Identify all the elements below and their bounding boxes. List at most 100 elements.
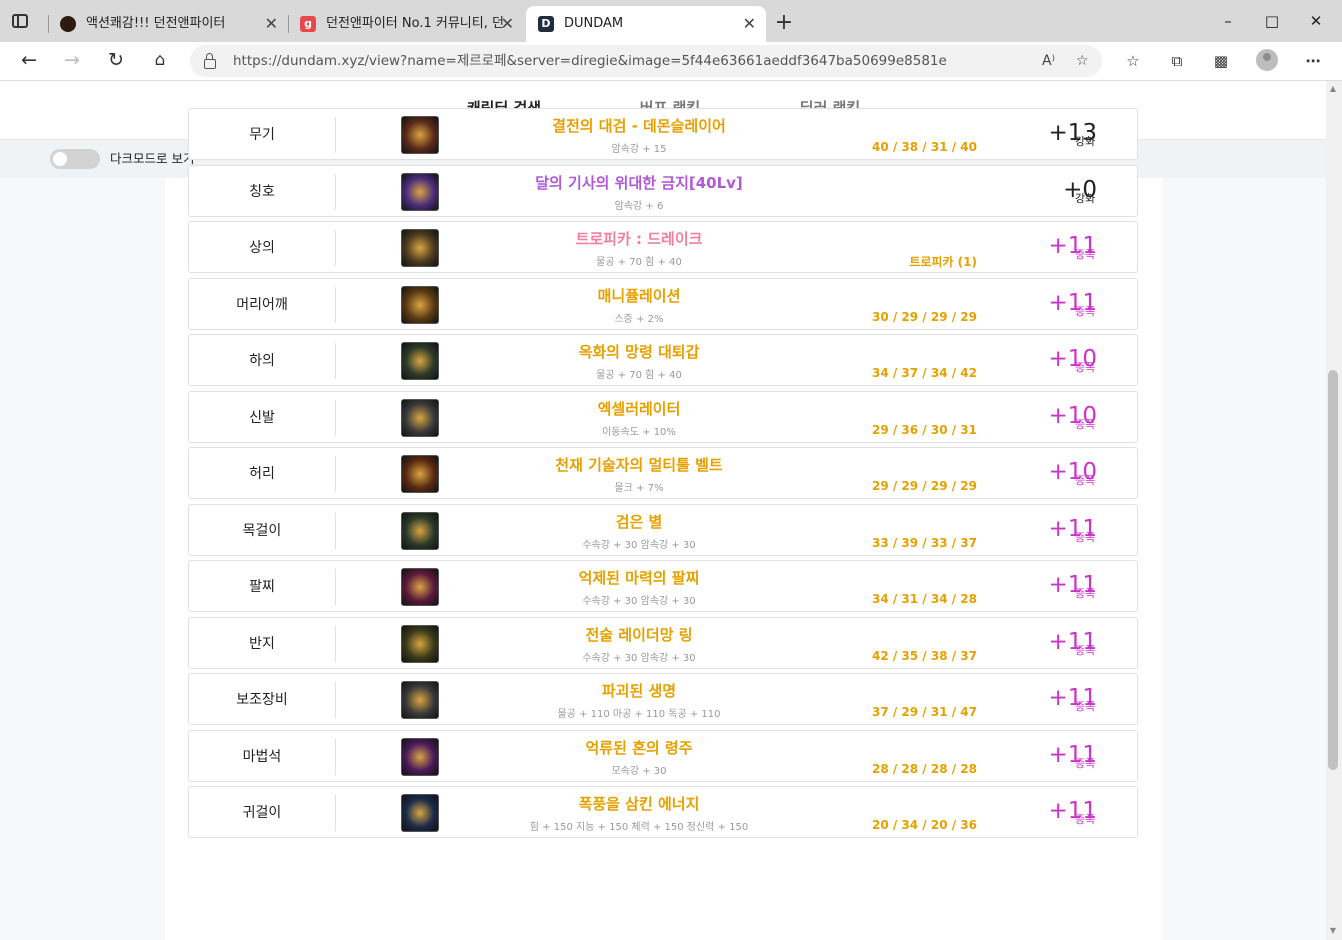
- item-name[interactable]: 천재 기술자의 멀티툴 벨트: [439, 454, 839, 475]
- collections-icon[interactable]: ⧉: [1166, 50, 1188, 72]
- item-reinforce-type: 강화: [1075, 135, 1096, 148]
- item-reinforce-type: 증폭: [1075, 304, 1096, 318]
- item-reinforce-type: 증폭: [1075, 474, 1096, 487]
- item-stats: 42 / 35 / 38 / 37: [871, 648, 977, 663]
- browser-tab-dnf[interactable]: 액션쾌감!!! 던전앤파이터 ✕: [48, 6, 288, 42]
- item-stats: 29 / 29 / 29 / 29: [871, 479, 977, 493]
- equipment-row[interactable]: 허리 천재 기술자의 멀티툴 벨트 물크 + 7% 29 / 29 / 29 / 29…: [188, 447, 1138, 499]
- close-tab-icon[interactable]: ✕: [501, 6, 514, 42]
- back-button[interactable]: ←: [15, 46, 43, 74]
- equipment-row[interactable]: 무기 결전의 대검 - 데몬슬레이어 암속강 + 15 40 / 38 / 31 / …: [188, 108, 1138, 160]
- slot-label: 머리어깨: [189, 286, 336, 323]
- item-stats: 29 / 36 / 30 / 31: [871, 422, 977, 437]
- item-icon[interactable]: [401, 285, 439, 324]
- slot-label: 마법석: [189, 738, 336, 775]
- close-tab-icon[interactable]: ✕: [265, 6, 278, 42]
- browser-essentials-icon[interactable]: ▩: [1210, 50, 1232, 72]
- maximize-button[interactable]: □: [1252, 8, 1292, 34]
- browser-tab-bar: 액션쾌감!!! 던전앤파이터 ✕ g 던전앤파이터 No.1 커뮤니티, 던 ✕…: [0, 0, 1342, 42]
- scroll-up-arrow[interactable]: ▲: [1328, 84, 1338, 94]
- item-name[interactable]: 옥화의 망령 대퇴갑: [439, 341, 839, 362]
- url-field[interactable]: https://dundam.xyz/view?name=제르로페&server…: [190, 45, 1102, 77]
- item-name[interactable]: 억류된 혼의 령주: [439, 737, 839, 758]
- item-name[interactable]: 달의 기사의 위대한 금지[40Lv]: [439, 172, 839, 193]
- settings-menu-icon[interactable]: ⋯: [1302, 50, 1324, 72]
- home-button[interactable]: ⌂: [146, 46, 174, 74]
- equipment-row[interactable]: 마법석 억류된 혼의 령주 모속강 + 30 28 / 28 / 28 / 28 +11…: [188, 729, 1138, 782]
- item-stats: 33 / 39 / 33 / 37: [871, 535, 977, 550]
- dark-mode-toggle[interactable]: [50, 149, 100, 169]
- equipment-row[interactable]: 상의 트로피카 : 드레이크 물공 + 70 힘 + 40 트로피카 (1) +11 증폭: [188, 221, 1138, 273]
- item-name[interactable]: 전술 레이더망 링: [439, 624, 839, 645]
- new-tab-button[interactable]: +: [772, 8, 796, 38]
- item-name[interactable]: 엑셀러레이터: [439, 398, 839, 419]
- item-stats: 37 / 29 / 31 / 47: [871, 705, 977, 719]
- dnf-favicon-icon: [60, 16, 76, 32]
- item-option: 암속강 + 15: [611, 144, 667, 155]
- item-icon[interactable]: [401, 737, 439, 776]
- tab-title: 던전앤파이터 No.1 커뮤니티, 던: [326, 16, 504, 31]
- browser-tab-dundam[interactable]: D DUNDAM ✕: [526, 6, 766, 42]
- item-icon[interactable]: [401, 398, 439, 437]
- g-favicon-icon: g: [300, 16, 316, 32]
- item-option: 힘 + 150 지능 + 150 체력 + 150 정신력 + 150: [529, 822, 749, 833]
- equipment-row[interactable]: 보조장비 파괴된 생명 물공 + 110 마공 + 110 독공 + 110 37 /…: [188, 673, 1138, 725]
- address-bar: ← → ↻ ⌂ https://dundam.xyz/view?name=제르로…: [0, 42, 1342, 81]
- item-stats: 34 / 37 / 34 / 42: [871, 366, 977, 380]
- item-option: 수속강 + 30 암속강 + 30: [582, 539, 696, 551]
- slot-label: 무기: [189, 117, 336, 153]
- minimize-button[interactable]: –: [1208, 8, 1248, 34]
- equipment-row[interactable]: 하의 옥화의 망령 대퇴갑 물공 + 70 힘 + 40 34 / 37 / 34 /…: [188, 334, 1138, 386]
- item-reinforce-type: 증폭: [1075, 700, 1096, 713]
- item-stats: 20 / 34 / 20 / 36: [871, 818, 977, 832]
- equipment-row[interactable]: 칭호 달의 기사의 위대한 금지[40Lv] 암속강 + 6 +0 강화: [188, 164, 1138, 217]
- item-reinforce-type: 증폭: [1075, 643, 1096, 657]
- forward-button[interactable]: →: [58, 46, 86, 74]
- equipment-row[interactable]: 신발 엑셀러레이터 이동속도 + 10% 29 / 36 / 30 / 31 +10 증폭: [188, 390, 1138, 443]
- item-icon[interactable]: [401, 624, 439, 663]
- item-name[interactable]: 트로피카 : 드레이크: [439, 228, 839, 249]
- read-aloud-icon[interactable]: A⁾: [1042, 45, 1055, 77]
- scroll-down-arrow[interactable]: ▼: [1328, 926, 1338, 936]
- item-icon[interactable]: [401, 342, 439, 380]
- scrollbar-thumb[interactable]: [1328, 370, 1338, 770]
- tab-actions-icon[interactable]: [12, 14, 28, 28]
- item-name[interactable]: 매니퓰레이션: [439, 285, 839, 306]
- refresh-button[interactable]: ↻: [102, 46, 130, 74]
- item-name[interactable]: 검은 별: [439, 511, 839, 532]
- item-option: 물공 + 70 힘 + 40: [596, 257, 682, 268]
- equipment-row[interactable]: 반지 전술 레이더망 링 수속강 + 30 암속강 + 30 42 / 35 / 38…: [188, 616, 1138, 669]
- equipment-row[interactable]: 귀걸이 폭풍을 삼킨 에너지힘 + 150 지능 + 150 체력 + 150 정…: [188, 786, 1138, 838]
- item-icon[interactable]: [401, 229, 439, 267]
- close-tab-icon[interactable]: ✕: [743, 6, 756, 42]
- item-name[interactable]: 결전의 대검 - 데몬슬레이어: [439, 115, 839, 136]
- item-option: 물공 + 110 마공 + 110 독공 + 110: [557, 709, 721, 720]
- item-reinforce-type: 증폭: [1075, 361, 1096, 374]
- profile-avatar[interactable]: [1256, 49, 1278, 71]
- item-reinforce-type: 증폭: [1075, 530, 1096, 544]
- equipment-row[interactable]: 목걸이 검은 별 수속강 + 30 암속강 + 30 33 / 39 / 33 / 3…: [188, 503, 1138, 556]
- item-icon[interactable]: [401, 568, 439, 606]
- item-icon[interactable]: [401, 511, 439, 550]
- equipment-row[interactable]: 머리어깨 매니퓰레이션 스증 + 2% 30 / 29 / 29 / 29 +11 증폭: [188, 277, 1138, 330]
- favorites-icon[interactable]: ☆: [1122, 50, 1144, 72]
- item-icon[interactable]: [401, 794, 439, 832]
- tab-title: 액션쾌감!!! 던전앤파이터: [86, 16, 226, 31]
- item-icon[interactable]: [401, 681, 439, 719]
- slot-label: 귀걸이: [189, 795, 336, 831]
- item-name[interactable]: 억제된 마력의 팔찌: [439, 567, 839, 588]
- browser-tab-community[interactable]: g 던전앤파이터 No.1 커뮤니티, 던 ✕: [288, 6, 524, 42]
- slot-label: 칭호: [189, 173, 336, 210]
- add-favorite-icon[interactable]: ☆: [1076, 45, 1089, 77]
- item-icon[interactable]: [401, 455, 439, 493]
- window-close-button[interactable]: ✕: [1296, 8, 1336, 34]
- slot-label: 하의: [189, 343, 336, 379]
- item-icon[interactable]: [401, 172, 439, 211]
- item-name[interactable]: 폭풍을 삼킨 에너지: [439, 793, 839, 814]
- item-name[interactable]: 파괴된 생명: [439, 680, 839, 701]
- equipment-row[interactable]: 팔찌 억제된 마력의 팔찌 수속강 + 30 암속강 + 30 34 / 31 / 3…: [188, 560, 1138, 612]
- item-stats: 트로피카 (1): [909, 255, 977, 269]
- slot-label: 반지: [189, 625, 336, 662]
- item-reinforce-type: 증폭: [1075, 756, 1096, 770]
- item-icon[interactable]: [401, 116, 439, 154]
